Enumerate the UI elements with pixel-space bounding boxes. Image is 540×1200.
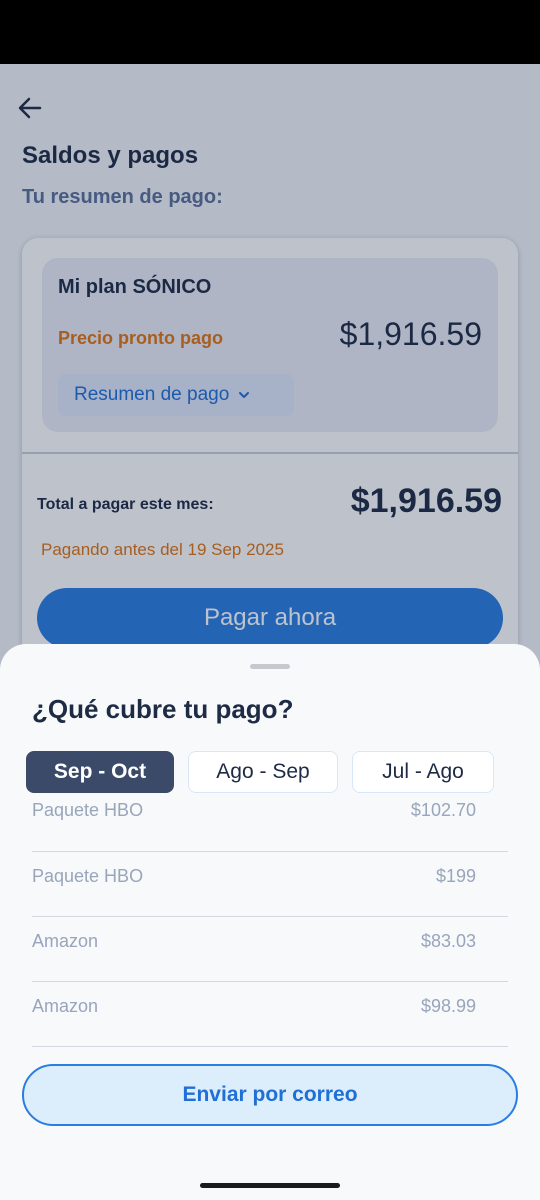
charges-list: Paquete HBO $102.70 Paquete HBO $199 Ama…	[32, 794, 508, 1047]
item-amount: $83.03	[420, 931, 476, 951]
sheet-drag-handle[interactable]	[250, 664, 290, 669]
bottom-sheet: ¿Qué cubre tu pago? Sep - Oct Ago - Sep …	[0, 644, 540, 1200]
list-item: Paquete HBO $102.70	[32, 794, 508, 852]
list-item: Amazon $98.99	[32, 982, 508, 1047]
status-bar	[0, 0, 540, 64]
item-name: Amazon	[32, 931, 99, 951]
item-name: Paquete HBO	[32, 800, 144, 820]
list-item: Paquete HBO $199	[32, 852, 508, 917]
tab-jul-ago[interactable]: Jul - Ago	[352, 751, 494, 793]
period-tabs: Sep - Oct Ago - Sep Jul - Ago	[26, 751, 494, 793]
item-name: Paquete HBO	[32, 866, 144, 886]
screen: Saldos y pagos Tu resumen de pago: Mi pl…	[0, 64, 540, 1200]
tab-sep-oct[interactable]: Sep - Oct	[26, 751, 174, 793]
tab-ago-sep[interactable]: Ago - Sep	[188, 751, 338, 793]
item-amount: $199	[435, 866, 476, 886]
item-amount: $98.99	[420, 996, 476, 1016]
item-name: Amazon	[32, 996, 99, 1016]
item-amount: $102.70	[410, 800, 476, 820]
list-item: Amazon $83.03	[32, 917, 508, 982]
send-email-button[interactable]: Enviar por correo	[22, 1064, 518, 1126]
home-indicator[interactable]	[200, 1183, 340, 1188]
sheet-title: ¿Qué cubre tu pago?	[32, 694, 294, 724]
